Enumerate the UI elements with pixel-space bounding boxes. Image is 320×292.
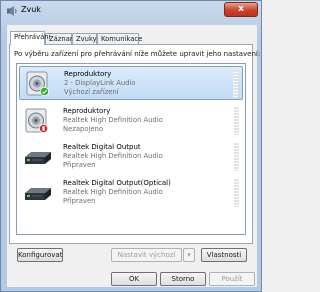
- apply-label: Použít: [221, 275, 243, 283]
- set-default-dropdown[interactable]: ▾: [183, 248, 195, 262]
- ok-button[interactable]: OK: [111, 272, 157, 286]
- device-description: Realtek High Definition Audio: [63, 116, 163, 124]
- device-description: Realtek High Definition Audio: [63, 188, 163, 196]
- digital-output-icon: [25, 152, 51, 164]
- title-bar[interactable]: Zvuk x: [1, 1, 261, 21]
- device-description: Realtek High Definition Audio: [63, 152, 163, 160]
- configure-label: Konfigurovat: [18, 251, 63, 259]
- instruction-text: Po výběru zařízení pro přehrávání níže m…: [14, 50, 261, 58]
- speaker-app-icon: [7, 6, 17, 16]
- tab-communications[interactable]: Komunikace: [97, 33, 143, 44]
- chevron-down-icon: ▾: [187, 251, 191, 259]
- device-name: Reproduktory: [64, 70, 112, 78]
- set-default-button[interactable]: Nastavit výchozí: [111, 248, 182, 262]
- volume-level-meter: [234, 107, 239, 135]
- cancel-button[interactable]: Storno: [160, 272, 206, 286]
- volume-level-meter: [234, 179, 239, 207]
- check-badge-icon: [39, 86, 50, 97]
- tab-label: Přehrávání: [14, 33, 51, 41]
- device-name: Realtek Digital Output(Optical): [63, 179, 171, 187]
- window-title: Zvuk: [21, 5, 41, 14]
- device-item[interactable]: Reproduktory Realtek High Definition Aud…: [19, 104, 243, 138]
- volume-level-meter: [233, 70, 238, 98]
- device-item-selected[interactable]: Reproduktory 2 - DisplayLink Audio Výcho…: [19, 66, 243, 100]
- set-default-label: Nastavit výchozí: [117, 251, 176, 259]
- device-description: 2 - DisplayLink Audio: [64, 79, 136, 87]
- close-button[interactable]: x: [224, 2, 258, 17]
- device-name: Reproduktory: [63, 107, 111, 115]
- device-item[interactable]: Realtek Digital Output Realtek High Defi…: [19, 140, 243, 174]
- configure-button[interactable]: Konfigurovat: [17, 248, 63, 262]
- device-item[interactable]: Realtek Digital Output(Optical) Realtek …: [19, 176, 243, 210]
- device-status: Výchozí zařízení: [64, 88, 119, 96]
- playback-device-list[interactable]: Reproduktory 2 - DisplayLink Audio Výcho…: [16, 63, 246, 235]
- device-status: Připraven: [63, 197, 96, 205]
- ok-label: OK: [128, 275, 140, 283]
- cancel-label: Storno: [171, 275, 195, 283]
- digital-output-icon: [25, 188, 51, 200]
- tab-label: Zvuky: [76, 35, 97, 43]
- device-name: Realtek Digital Output: [63, 143, 141, 151]
- device-status: Nezapojeno: [63, 125, 104, 133]
- properties-button[interactable]: Vlastnosti: [201, 248, 247, 262]
- apply-button[interactable]: Použít: [209, 272, 255, 286]
- volume-level-meter: [234, 143, 239, 171]
- speaker-icon: [26, 71, 50, 97]
- close-icon: x: [238, 4, 244, 14]
- speaker-icon: [25, 108, 49, 134]
- tab-label: Komunikace: [101, 35, 143, 43]
- device-status: Připraven: [63, 161, 96, 169]
- tab-playback[interactable]: Přehrávání: [10, 31, 50, 45]
- properties-label: Vlastnosti: [206, 251, 242, 259]
- tab-sounds[interactable]: Zvuky: [72, 33, 97, 44]
